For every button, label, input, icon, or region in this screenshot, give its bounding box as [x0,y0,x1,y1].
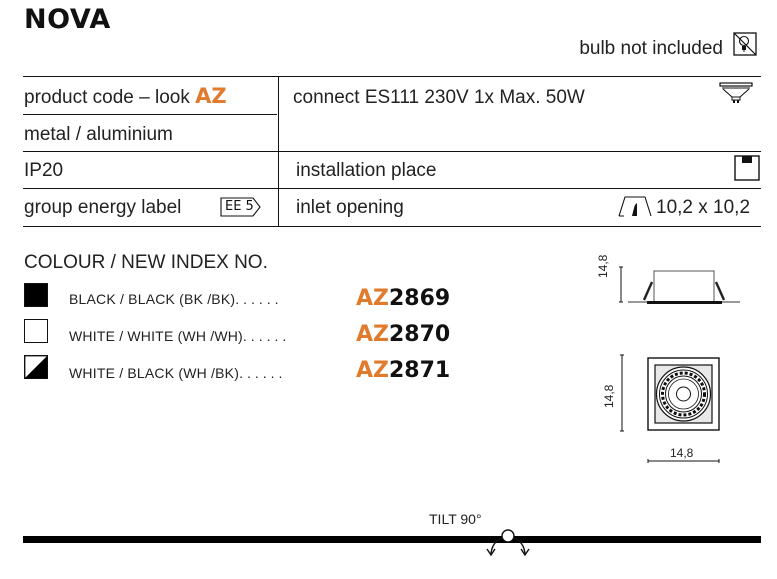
ceiling-mount-icon [734,155,760,181]
colour-label: WHITE / WHITE (WH /WH)...... [69,328,290,344]
table-top-border [23,76,761,78]
table-row-divider [23,151,761,153]
swatch-black [24,283,48,307]
swatch-white [24,319,48,343]
tilt-arrows-icon [486,529,530,557]
leader-dots: ...... [239,365,287,381]
index-number: AZ2870 [356,322,450,347]
tilt-label: TILT 90° [429,511,482,527]
energy-label-text: group energy label [24,197,182,218]
energy-class-badge: EE 5 [225,199,254,214]
table-row-divider [23,188,761,190]
installation-place-label: installation place [296,160,437,181]
connect-spec: connect ES111 230V 1x Max. 50W [293,87,585,108]
swatch-white-black [23,354,49,380]
colour-label: WHITE / BLACK (WH /BK)...... [69,365,286,381]
colour-section-title: COLOUR / NEW INDEX NO. [24,252,268,273]
index-digits: 2869 [388,286,451,311]
product-code-label: product code – look [24,87,196,108]
index-prefix: AZ [356,322,389,347]
index-digits: 2871 [388,358,451,383]
index-prefix: AZ [356,286,389,311]
index-number: AZ2869 [356,286,450,311]
ceiling-cutout-icon [618,196,652,217]
front-width-dimension: 14,8 [670,446,694,460]
product-code-cell: product code – look AZ [24,84,227,109]
index-number: AZ2871 [356,358,450,383]
material-spec: metal / aluminium [24,124,173,145]
colour-name: BLACK / BLACK (BK /BK) [69,291,236,307]
side-height-dimension: 14,8 [596,254,610,278]
inlet-opening-value: 10,2 x 10,2 [656,197,751,218]
leader-dots: ...... [235,291,283,307]
table-column-divider [278,76,280,226]
es111-lamp-icon [719,82,753,103]
colour-name: WHITE / WHITE (WH /WH) [69,328,243,344]
table-bottom-border [23,226,761,228]
front-height-dimension: 14,8 [602,384,616,408]
inlet-opening-label: inlet opening [296,197,404,218]
index-prefix: AZ [356,358,389,383]
product-code-prefix: AZ [195,84,227,108]
bulb-crossed-icon [733,32,757,56]
colour-name: WHITE / BLACK (WH /BK) [69,365,240,381]
index-digits: 2870 [388,322,451,347]
product-title: NOVA [24,4,111,35]
footer-rule [23,536,761,543]
side-view-drawing [619,266,740,304]
leader-dots: ...... [242,328,291,344]
bulb-not-included-note: bulb not included [579,38,723,59]
ip-rating: IP20 [24,160,64,181]
table-row-divider [23,114,277,116]
colour-label: BLACK / BLACK (BK /BK)...... [69,291,283,307]
